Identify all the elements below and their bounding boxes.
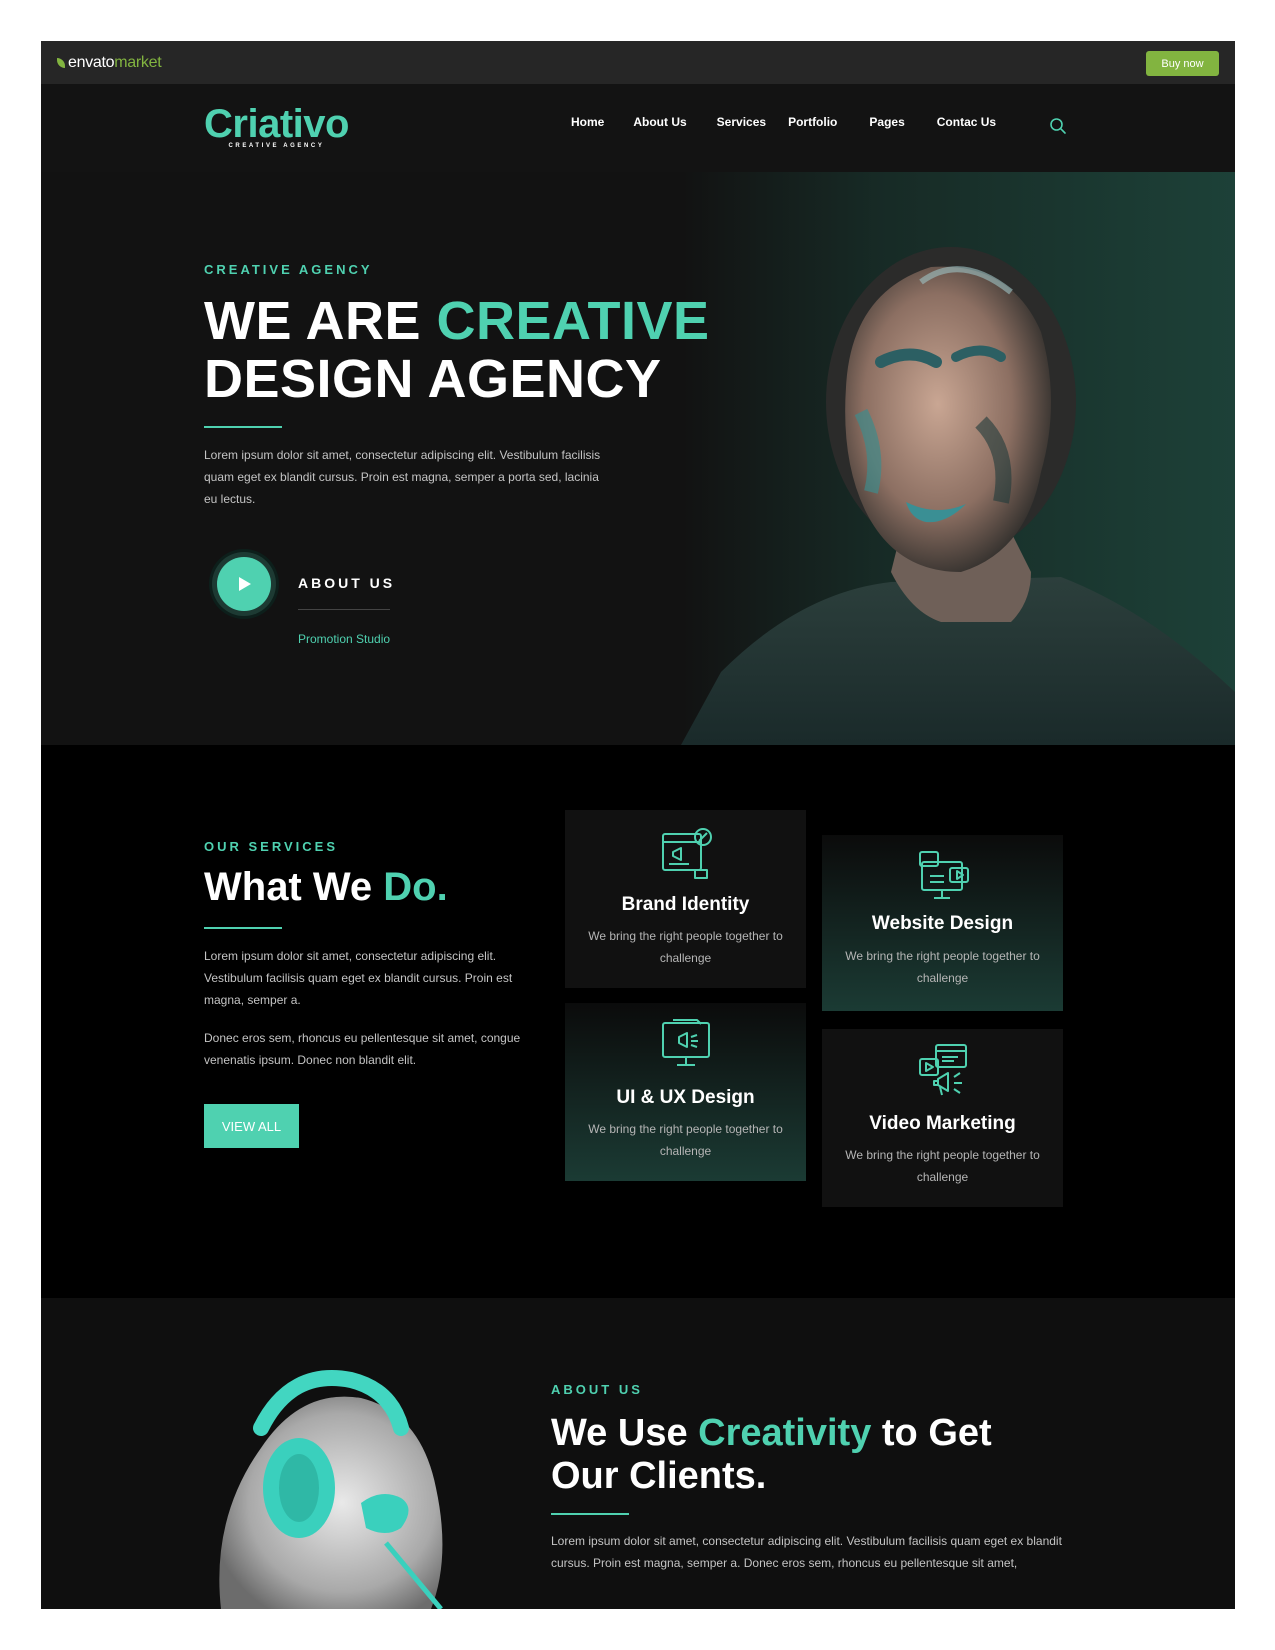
service-card-title: Brand Identity: [621, 894, 750, 915]
about-us-label[interactable]: ABOUT US: [298, 575, 395, 591]
envato-top-bar: envatomarket Buy now: [41, 41, 1235, 84]
view-all-button[interactable]: VIEW ALL: [204, 1104, 299, 1148]
service-card-ui-ux-design[interactable]: UI & UX Design We bring the right people…: [565, 1003, 806, 1181]
services-eyebrow: OUR SERVICES: [204, 839, 339, 854]
service-card-website-design[interactable]: Website Design We bring the right people…: [822, 835, 1063, 1011]
service-card-title: UI & UX Design: [616, 1087, 755, 1108]
envato-logo-market: market: [114, 54, 162, 71]
nav-item-contact-us[interactable]: Contac Us: [937, 115, 996, 129]
hero-title: WE ARE CREATIVE DESIGN AGENCY: [204, 292, 710, 408]
services-title-highlight: Do.: [383, 865, 448, 909]
video-marketing-icon: [919, 1044, 967, 1096]
services-title: What We Do.: [204, 865, 448, 910]
about-title: We Use Creativity to Get Our Clients.: [551, 1412, 992, 1498]
about-accent-line: [551, 1513, 629, 1515]
service-card-desc: We bring the right people together to ch…: [588, 1122, 783, 1158]
hero-title-part1: WE ARE: [204, 291, 437, 351]
hero-eyebrow: CREATIVE AGENCY: [204, 262, 373, 277]
envato-logo[interactable]: envatomarket: [57, 54, 162, 72]
nav-menu: Home About Us Services Portfolio Pages C…: [571, 115, 996, 129]
services-accent-line: [204, 927, 282, 929]
hero-title-line2: DESIGN AGENCY: [204, 349, 662, 409]
site-logo[interactable]: Criativo CREATIVE AGENCY: [204, 104, 349, 149]
service-card-title: Video Marketing: [869, 1113, 1016, 1134]
about-text: Lorem ipsum dolor sit amet, consectetur …: [551, 1534, 1062, 1570]
about-us-divider: [298, 609, 390, 610]
logo-wordmark: Criativo: [204, 102, 349, 146]
service-card-desc: We bring the right people together to ch…: [588, 929, 783, 965]
nav-item-portfolio[interactable]: Portfolio: [788, 115, 837, 129]
service-card-video-marketing[interactable]: Video Marketing We bring the right peopl…: [822, 1029, 1063, 1207]
about-eyebrow: ABOUT US: [551, 1382, 643, 1397]
page-frame: envatomarket Buy now Criativo CREATIVE A…: [41, 41, 1235, 1609]
search-icon[interactable]: [1049, 117, 1067, 135]
envato-logo-main: envato: [68, 54, 115, 71]
services-paragraph-2: Donec eros sem, rhoncus eu pellentesque …: [204, 1031, 521, 1067]
service-card-desc: We bring the right people together to ch…: [845, 1148, 1040, 1184]
services-section: OUR SERVICES What We Do. Lorem ipsum dol…: [41, 745, 1235, 1298]
services-title-part1: What We: [204, 865, 384, 909]
nav-item-pages[interactable]: Pages: [869, 115, 904, 129]
hero-accent-line: [204, 426, 282, 428]
play-button[interactable]: [212, 552, 276, 616]
hero-section: CREATIVE AGENCY WE ARE CREATIVE DESIGN AG…: [41, 172, 1235, 745]
service-card-title: Website Design: [871, 913, 1014, 934]
main-navbar: Criativo CREATIVE AGENCY Home About Us S…: [41, 84, 1235, 172]
hero-text: Lorem ipsum dolor sit amet, consectetur …: [204, 448, 601, 506]
hero-title-highlight: CREATIVE: [436, 291, 710, 351]
about-title-highlight: Creativity: [698, 1412, 872, 1454]
services-paragraph-1: Lorem ipsum dolor sit amet, consectetur …: [204, 949, 513, 1007]
nav-item-about-us[interactable]: About Us: [633, 115, 686, 129]
leaf-icon: [57, 58, 65, 68]
headphones-woman-image: [219, 1370, 443, 1609]
service-card-desc: We bring the right people together to ch…: [845, 949, 1040, 985]
nav-item-services[interactable]: Services: [717, 115, 766, 129]
about-title-part1: We Use: [551, 1412, 699, 1454]
about-title-part2: to Get: [871, 1412, 992, 1454]
buy-now-button[interactable]: Buy now: [1146, 51, 1219, 76]
website-design-icon: [919, 851, 969, 899]
play-icon: [239, 577, 251, 591]
brand-identity-icon: [662, 828, 712, 879]
about-section: ABOUT US We Use Creativity to Get Our Cli…: [41, 1298, 1235, 1609]
service-card-brand-identity[interactable]: Brand Identity We bring the right people…: [565, 810, 806, 988]
about-title-line2: Our Clients.: [551, 1455, 767, 1497]
play-button-circle: [217, 557, 271, 611]
ui-ux-icon: [662, 1019, 710, 1066]
promotion-studio-link[interactable]: Promotion Studio: [298, 632, 390, 646]
nav-item-home[interactable]: Home: [571, 115, 604, 129]
hero-portrait-image: [681, 247, 1235, 745]
